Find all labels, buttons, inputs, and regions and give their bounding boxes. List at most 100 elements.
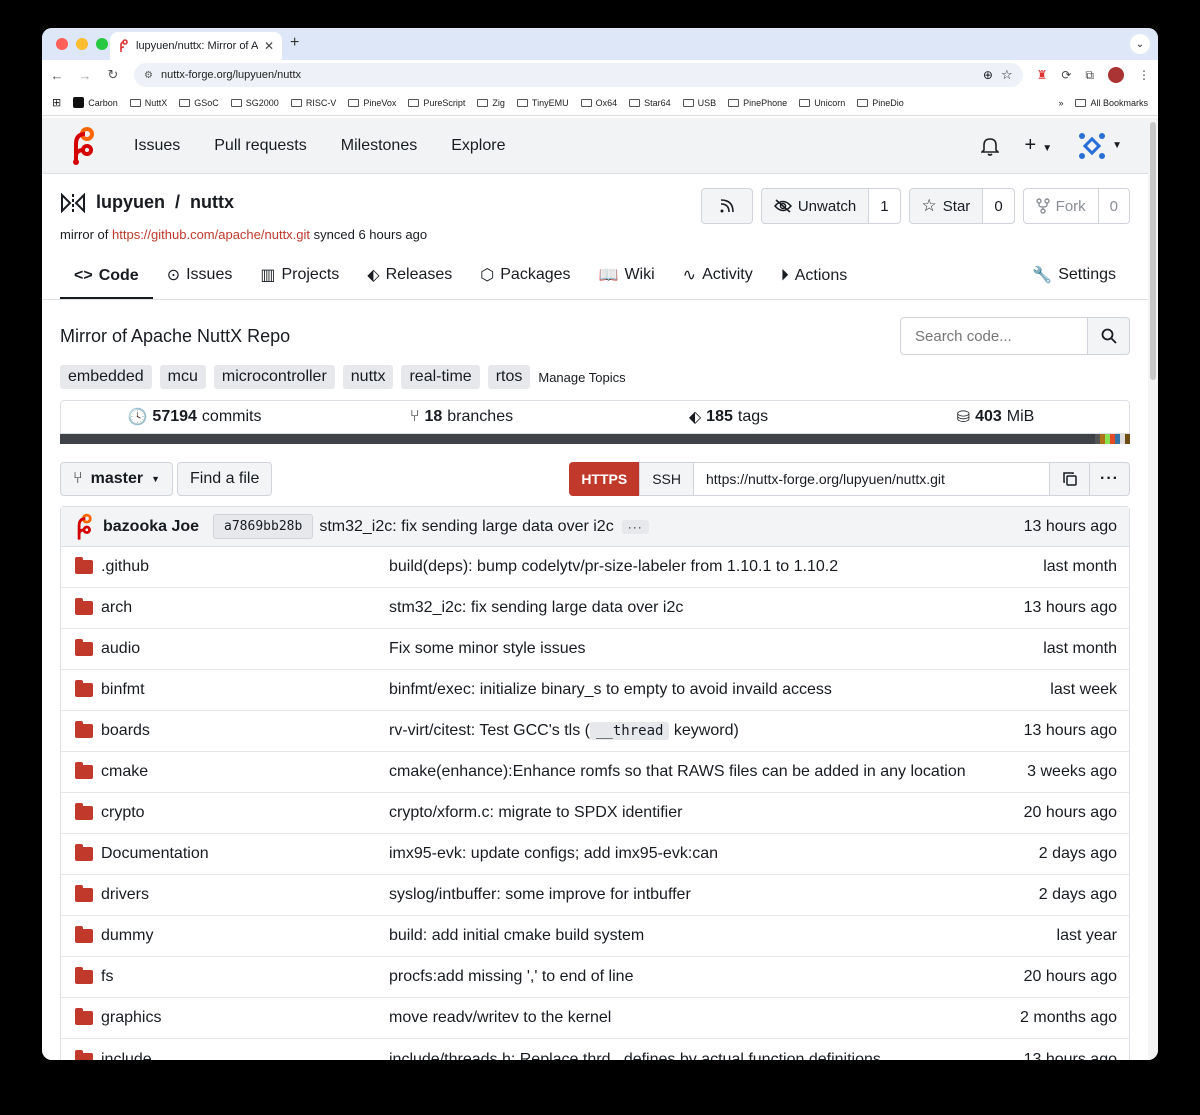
- bookmark-item[interactable]: Carbon: [73, 97, 118, 108]
- tab-packages[interactable]: ⬡ Packages: [466, 265, 584, 299]
- topic-tag[interactable]: microcontroller: [213, 365, 335, 389]
- topic-tag[interactable]: embedded: [60, 365, 152, 389]
- file-name-link[interactable]: audio: [101, 640, 140, 658]
- code-search-input[interactable]: [900, 317, 1088, 355]
- bookmark-folder[interactable]: Unicorn: [799, 98, 845, 108]
- bookmark-folder[interactable]: USB: [682, 98, 716, 108]
- file-commit-message[interactable]: binfmt/exec: initialize binary_s to empt…: [389, 681, 1050, 699]
- clone-url-field[interactable]: https://nuttx-forge.org/lupyuen/nuttx.gi…: [694, 462, 1050, 496]
- star-count[interactable]: 0: [982, 189, 1014, 223]
- file-name-link[interactable]: fs: [101, 968, 113, 986]
- fork-count[interactable]: 0: [1097, 189, 1129, 223]
- file-name-link[interactable]: drivers: [101, 886, 149, 904]
- unwatch-button[interactable]: Unwatch 1: [760, 188, 901, 224]
- file-commit-message[interactable]: imx95-evk: update configs; add imx95-evk…: [389, 845, 1039, 863]
- nav-pulls-link[interactable]: Pull requests: [214, 137, 307, 155]
- tab-activity[interactable]: ∿ Activity: [669, 265, 767, 299]
- file-name-link[interactable]: dummy: [101, 927, 153, 945]
- file-commit-message[interactable]: build(deps): bump codelytv/pr-size-label…: [389, 558, 1043, 576]
- page-scrollbar[interactable]: [1148, 118, 1158, 1060]
- bookmark-folder[interactable]: TinyEMU: [516, 98, 569, 108]
- bookmark-folder[interactable]: SG2000: [230, 98, 279, 108]
- nav-explore-link[interactable]: Explore: [451, 137, 505, 155]
- tab-releases[interactable]: ⬖ Releases: [353, 265, 466, 299]
- notifications-bell-icon[interactable]: [980, 136, 999, 156]
- topic-tag[interactable]: nuttx: [342, 365, 394, 389]
- file-commit-message[interactable]: build: add initial cmake build system: [389, 927, 1057, 945]
- expand-commit-button[interactable]: ···: [621, 519, 649, 534]
- manage-topics-link[interactable]: Manage Topics: [538, 370, 625, 385]
- find-file-button[interactable]: Find a file: [177, 462, 273, 496]
- file-commit-message[interactable]: crypto/xform.c: migrate to SPDX identifi…: [389, 804, 1024, 822]
- bookmark-folder[interactable]: PineDio: [857, 98, 904, 108]
- tab-settings[interactable]: 🔧 Settings: [1018, 265, 1130, 299]
- close-tab-icon[interactable]: ✕: [264, 39, 274, 53]
- mirror-url-link[interactable]: https://github.com/apache/nuttx.git: [112, 227, 310, 242]
- copy-url-button[interactable]: [1050, 462, 1090, 496]
- bookmark-folder[interactable]: Zig: [477, 98, 505, 108]
- file-name-link[interactable]: include: [101, 1051, 152, 1061]
- file-name-link[interactable]: arch: [101, 599, 132, 617]
- bookmark-folder[interactable]: NuttX: [129, 98, 167, 108]
- language-bar[interactable]: [60, 434, 1130, 444]
- bookmark-folder[interactable]: PineVox: [348, 98, 396, 108]
- tab-search-icon[interactable]: ⌄: [1130, 34, 1150, 54]
- https-clone-button[interactable]: HTTPS: [569, 462, 640, 496]
- close-window-button[interactable]: [56, 38, 68, 50]
- nav-issues-link[interactable]: Issues: [134, 137, 180, 155]
- bookmark-folder[interactable]: RISC-V: [290, 98, 336, 108]
- star-button[interactable]: ☆ Star 0: [908, 188, 1015, 224]
- more-options-button[interactable]: ···: [1090, 462, 1130, 496]
- address-bar[interactable]: ⚙ nuttx-forge.org/lupyuen/nuttx ⊕ ☆: [134, 63, 1023, 87]
- tags-stat[interactable]: ⬖ 185 tags: [595, 407, 862, 427]
- scrollbar-thumb[interactable]: [1150, 122, 1156, 380]
- nav-milestones-link[interactable]: Milestones: [341, 137, 417, 155]
- file-name-link[interactable]: Documentation: [101, 845, 209, 863]
- topic-tag[interactable]: real-time: [401, 365, 480, 389]
- maximize-window-button[interactable]: [96, 38, 108, 50]
- file-commit-message[interactable]: rv-virt/citest: Test GCC's tls (__thread…: [389, 722, 1024, 740]
- bookmark-folder[interactable]: GSoC: [179, 98, 219, 108]
- file-name-link[interactable]: binfmt: [101, 681, 145, 699]
- file-commit-message[interactable]: include/threads.h: Replace thrd_ defines…: [389, 1051, 1024, 1061]
- file-name-link[interactable]: cmake: [101, 763, 148, 781]
- back-icon[interactable]: ←: [50, 68, 64, 83]
- bookmark-folder[interactable]: Ox64: [580, 98, 617, 108]
- tab-code[interactable]: <> Code: [60, 267, 153, 299]
- file-commit-message[interactable]: move readv/writev to the kernel: [389, 1009, 1020, 1027]
- new-tab-icon[interactable]: +: [290, 34, 299, 52]
- tab-wiki[interactable]: 📖 Wiki: [585, 265, 669, 299]
- extensions-puzzle-icon[interactable]: ⧉: [1085, 68, 1094, 83]
- file-name-link[interactable]: .github: [101, 558, 149, 576]
- reload-icon[interactable]: ↻: [106, 67, 120, 83]
- user-menu[interactable]: ▼: [1078, 132, 1122, 160]
- topic-tag[interactable]: mcu: [159, 365, 206, 389]
- file-commit-message[interactable]: cmake(enhance):Enhance romfs so that RAW…: [389, 763, 1027, 781]
- more-bookmarks-icon[interactable]: »: [1058, 98, 1063, 108]
- file-name-link[interactable]: graphics: [101, 1009, 161, 1027]
- repo-name-link[interactable]: nuttx: [190, 192, 234, 213]
- bookmark-folder[interactable]: Star64: [629, 98, 671, 108]
- site-info-icon[interactable]: ⚙: [144, 70, 153, 81]
- forward-icon[interactable]: →: [78, 68, 92, 83]
- commit-author[interactable]: bazooka Joe: [103, 518, 199, 536]
- bookmark-star-icon[interactable]: ☆: [1001, 67, 1013, 83]
- branch-dropdown[interactable]: ⑂ master ▼: [60, 462, 174, 496]
- commit-message[interactable]: stm32_i2c: fix sending large data over i…: [319, 518, 613, 536]
- rss-feed-button[interactable]: [700, 188, 753, 224]
- fork-button[interactable]: Fork 0: [1022, 188, 1130, 224]
- extension-sync-icon[interactable]: ⟳: [1061, 68, 1071, 82]
- address-url[interactable]: nuttx-forge.org/lupyuen/nuttx: [161, 69, 975, 81]
- branches-stat[interactable]: ⑂ 18 branches: [328, 408, 595, 426]
- topic-tag[interactable]: rtos: [487, 365, 531, 389]
- bookmark-folder[interactable]: PureScript: [408, 98, 465, 108]
- ssh-clone-button[interactable]: SSH: [639, 462, 694, 496]
- tab-issues[interactable]: ⊙ Issues: [153, 265, 247, 299]
- tab-projects[interactable]: ▥ Projects: [246, 265, 353, 299]
- zoom-icon[interactable]: ⊕: [983, 68, 993, 82]
- file-commit-message[interactable]: procfs:add missing ',' to end of line: [389, 968, 1024, 986]
- commits-stat[interactable]: 🕓 57194 commits: [61, 407, 328, 427]
- file-commit-message[interactable]: stm32_i2c: fix sending large data over i…: [389, 599, 1024, 617]
- file-name-link[interactable]: boards: [101, 722, 150, 740]
- browser-menu-icon[interactable]: ⋮: [1138, 68, 1150, 82]
